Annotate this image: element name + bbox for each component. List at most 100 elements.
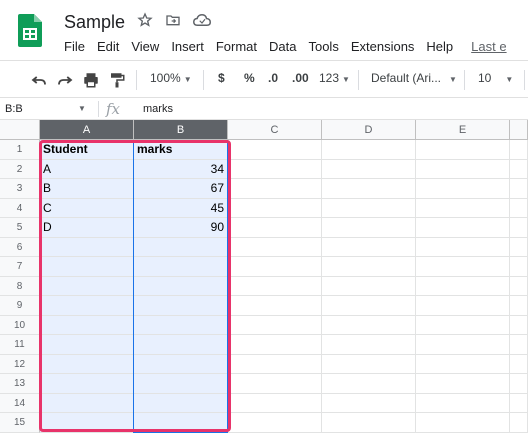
cell-a7[interactable] [40,257,134,277]
cell-c8[interactable] [228,276,322,296]
cell-b9[interactable] [134,296,228,316]
cell-a15[interactable] [40,413,134,433]
last-edit-link[interactable]: Last e [471,39,506,54]
cell-e12[interactable] [416,354,510,374]
cell-b13[interactable] [134,374,228,394]
cell-a9[interactable] [40,296,134,316]
move-to-folder-icon[interactable] [165,12,183,30]
column-header-f[interactable] [510,120,528,140]
cell-e5[interactable] [416,218,510,238]
cell-a2[interactable]: A [40,159,134,179]
cell-f3[interactable] [510,179,528,199]
currency-format-button[interactable]: $ [218,71,225,85]
document-title[interactable]: Sample [64,12,125,33]
decrease-decimal-button[interactable]: .0 [268,71,278,85]
cell-f2[interactable] [510,159,528,179]
row-header[interactable]: 14 [0,393,40,413]
cell-c14[interactable] [228,393,322,413]
cell-f1[interactable] [510,140,528,160]
cell-f11[interactable] [510,335,528,355]
cell-f10[interactable] [510,315,528,335]
cell-f6[interactable] [510,237,528,257]
cell-f15[interactable] [510,413,528,433]
cell-e3[interactable] [416,179,510,199]
cell-b11[interactable] [134,335,228,355]
row-header[interactable]: 12 [0,354,40,374]
cell-d1[interactable] [322,140,416,160]
cell-c5[interactable] [228,218,322,238]
undo-icon[interactable] [30,71,48,89]
more-formats-select[interactable]: 123 ▼ [319,71,350,85]
column-header-d[interactable]: D [322,120,416,140]
cell-d9[interactable] [322,296,416,316]
redo-icon[interactable] [56,71,74,89]
menu-view[interactable]: View [131,39,159,54]
row-header[interactable]: 7 [0,257,40,277]
row-header[interactable]: 2 [0,159,40,179]
cell-a3[interactable]: B [40,179,134,199]
chevron-down-icon[interactable]: ▼ [78,104,86,113]
cell-d13[interactable] [322,374,416,394]
cell-c1[interactable] [228,140,322,160]
cell-a8[interactable] [40,276,134,296]
cell-a14[interactable] [40,393,134,413]
cell-e15[interactable] [416,413,510,433]
cell-b1[interactable]: marks [134,140,228,160]
row-header[interactable]: 8 [0,276,40,296]
cell-b6[interactable] [134,237,228,257]
cell-e14[interactable] [416,393,510,413]
cell-c15[interactable] [228,413,322,433]
menu-format[interactable]: Format [216,39,257,54]
cell-b7[interactable] [134,257,228,277]
cell-e6[interactable] [416,237,510,257]
cell-c4[interactable] [228,198,322,218]
cell-c2[interactable] [228,159,322,179]
menu-data[interactable]: Data [269,39,296,54]
font-size-select[interactable]: 10 ▼ [478,71,513,85]
cell-f5[interactable] [510,218,528,238]
row-header[interactable]: 10 [0,315,40,335]
menu-edit[interactable]: Edit [97,39,119,54]
zoom-select[interactable]: 100% ▼ [150,71,192,85]
cell-e10[interactable] [416,315,510,335]
select-all-corner[interactable] [0,120,40,140]
cell-f7[interactable] [510,257,528,277]
cell-a5[interactable]: D [40,218,134,238]
cell-d14[interactable] [322,393,416,413]
cell-f14[interactable] [510,393,528,413]
sheets-logo-icon[interactable] [18,14,42,47]
row-header[interactable]: 6 [0,237,40,257]
cell-a10[interactable] [40,315,134,335]
cell-c11[interactable] [228,335,322,355]
column-header-b[interactable]: B [134,120,228,140]
cell-a13[interactable] [40,374,134,394]
column-header-a[interactable]: A [40,120,134,140]
cell-e2[interactable] [416,159,510,179]
cell-c3[interactable] [228,179,322,199]
row-header[interactable]: 9 [0,296,40,316]
column-header-c[interactable]: C [228,120,322,140]
formula-input[interactable]: marks [143,103,173,115]
cell-b3[interactable]: 67 [134,179,228,199]
cell-f8[interactable] [510,276,528,296]
cell-e13[interactable] [416,374,510,394]
cell-d11[interactable] [322,335,416,355]
cell-d6[interactable] [322,237,416,257]
cloud-status-icon[interactable] [192,12,212,30]
cell-a1[interactable]: Student [40,140,134,160]
menu-tools[interactable]: Tools [308,39,338,54]
cell-d2[interactable] [322,159,416,179]
cell-b2[interactable]: 34 [134,159,228,179]
cell-e1[interactable] [416,140,510,160]
cell-b15[interactable] [134,413,228,433]
column-header-e[interactable]: E [416,120,510,140]
cell-c6[interactable] [228,237,322,257]
paint-format-icon[interactable] [108,71,126,89]
print-icon[interactable] [82,71,100,89]
row-header[interactable]: 15 [0,413,40,433]
cell-e9[interactable] [416,296,510,316]
cell-a6[interactable] [40,237,134,257]
star-icon[interactable] [137,12,155,30]
cell-d10[interactable] [322,315,416,335]
cell-f4[interactable] [510,198,528,218]
